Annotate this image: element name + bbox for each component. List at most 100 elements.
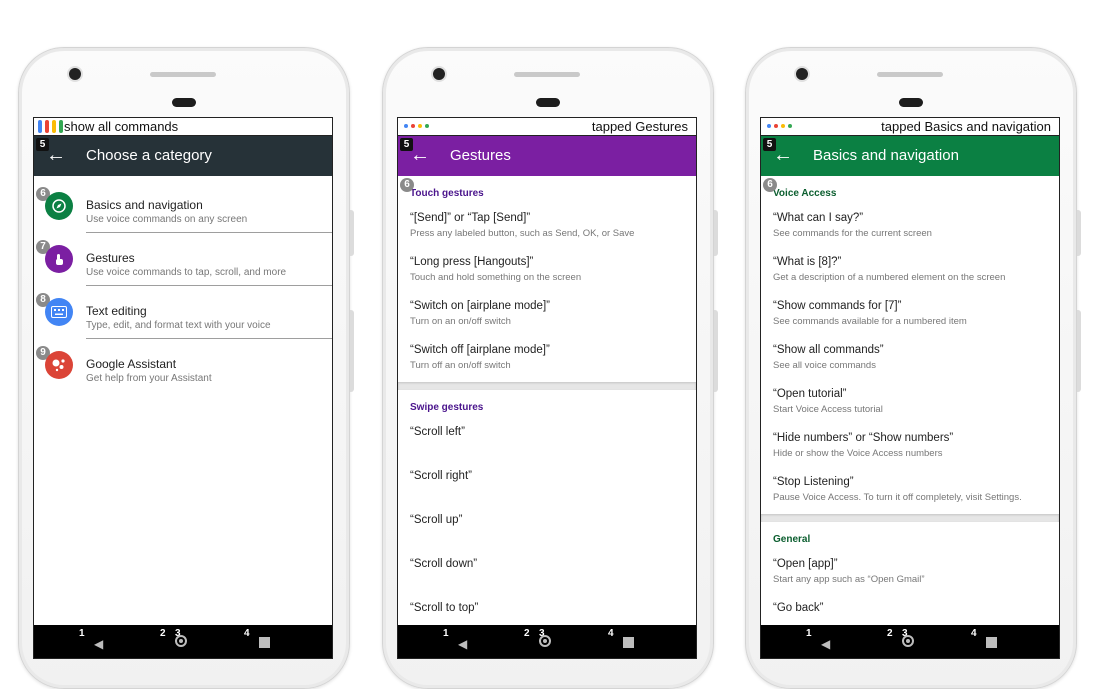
- front-camera: [796, 68, 808, 80]
- keyboard-icon: [45, 298, 73, 326]
- power-button[interactable]: [350, 310, 354, 392]
- back-icon[interactable]: ◀: [821, 637, 830, 651]
- section-label: Swipe gestures: [410, 402, 484, 413]
- section-divider: [398, 382, 696, 390]
- system-nav-bar: 1 2 3 4 ◀: [34, 625, 332, 658]
- command-list[interactable]: 6 Voice Access “What can I say?” See comm…: [761, 176, 1059, 636]
- power-button[interactable]: [1077, 310, 1081, 392]
- status-text: tapped Gestures: [591, 119, 688, 134]
- screen: tapped Basics and navigation 5 ← Basics …: [760, 117, 1060, 659]
- number-badge: 6: [400, 178, 414, 192]
- category-title: Gestures: [86, 251, 135, 265]
- command-title: “What is [8]?”: [773, 256, 842, 268]
- system-nav-bar: 1 2 3 4 ◀: [761, 625, 1059, 658]
- command-item: “Scroll down”: [398, 548, 696, 592]
- phone-3: tapped Basics and navigation 5 ← Basics …: [745, 47, 1081, 689]
- command-item: “Stop Listening” Pause Voice Access. To t…: [761, 466, 1059, 510]
- command-subtitle: See commands for the current screen: [773, 228, 932, 239]
- back-icon[interactable]: ◀: [94, 637, 103, 651]
- command-item: “Long press [Hangouts]” Touch and hold so…: [398, 246, 696, 290]
- category-subtitle: Get help from your Assistant: [86, 373, 212, 384]
- command-title: “Open [app]”: [773, 558, 838, 570]
- proximity-sensor: [536, 98, 560, 107]
- number-badge: 4: [244, 628, 250, 639]
- category-google-assistant[interactable]: 9 Google Assistant Get help from your As…: [34, 339, 332, 392]
- screen: tapped Gestures 5 ← Gestures 6 Touch ges…: [397, 117, 697, 659]
- command-title: “Switch on [airplane mode]”: [410, 300, 550, 312]
- earpiece-speaker: [150, 72, 216, 77]
- number-badge: 4: [608, 628, 614, 639]
- power-button[interactable]: [714, 310, 718, 392]
- home-icon[interactable]: [175, 635, 187, 647]
- command-subtitle: Turn off an on/off switch: [410, 360, 511, 371]
- assistant-icon: [45, 351, 73, 379]
- proximity-sensor: [172, 98, 196, 107]
- number-badge: 1: [443, 628, 449, 639]
- command-subtitle: Touch and hold something on the screen: [410, 272, 582, 283]
- command-item: “What is [8]?” Get a description of a num…: [761, 246, 1059, 290]
- front-camera: [433, 68, 445, 80]
- earpiece-speaker: [877, 72, 943, 77]
- system-nav-bar: 1 2 3 4 ◀: [398, 625, 696, 658]
- recent-apps-icon[interactable]: [259, 637, 270, 648]
- section-divider: [761, 514, 1059, 522]
- page-title: Choose a category: [86, 147, 212, 164]
- volume-button[interactable]: [350, 210, 354, 256]
- command-title: “Open tutorial”: [773, 388, 847, 400]
- proximity-sensor: [899, 98, 923, 107]
- command-item: “Switch off [airplane mode]” Turn off an …: [398, 334, 696, 378]
- voice-access-idle-icon: [767, 124, 792, 128]
- command-title: “Switch off [airplane mode]”: [410, 344, 550, 356]
- category-subtitle: Use voice commands on any screen: [86, 214, 248, 225]
- screen: show all commands 5 ← Choose a category …: [33, 117, 333, 659]
- category-title: Google Assistant: [86, 357, 177, 371]
- command-item: “Scroll left”: [398, 416, 696, 460]
- command-title: “Scroll right”: [410, 470, 472, 482]
- section-label: Touch gestures: [410, 188, 484, 199]
- section-voice-access: Voice Access “What can I say?” See comman…: [761, 176, 1059, 510]
- command-item: “Switch on [airplane mode]” Turn on an on…: [398, 290, 696, 334]
- command-title: “Scroll left”: [410, 426, 465, 438]
- section-label: General: [773, 534, 811, 545]
- command-title: “Show all commands”: [773, 344, 884, 356]
- number-badge: 2: [160, 628, 166, 639]
- command-item: “Open [app]” Start any app such as “Open …: [761, 548, 1059, 592]
- phone-1: show all commands 5 ← Choose a category …: [18, 47, 354, 689]
- command-title: “Stop Listening”: [773, 476, 854, 488]
- command-subtitle: See all voice commands: [773, 360, 876, 371]
- number-badge: 1: [806, 628, 812, 639]
- command-item: “[Send]” or “Tap [Send]” Press any labele…: [398, 202, 696, 246]
- voice-access-idle-icon: [404, 124, 429, 128]
- command-subtitle: Hide or show the Voice Access numbers: [773, 448, 943, 459]
- touch-icon: [45, 245, 73, 273]
- front-camera: [69, 68, 81, 80]
- command-title: “Hide numbers” or “Show numbers”: [773, 432, 954, 444]
- volume-button[interactable]: [1077, 210, 1081, 256]
- command-item: “Show commands for [7]” See commands avai…: [761, 290, 1059, 334]
- home-icon[interactable]: [902, 635, 914, 647]
- command-item: “Hide numbers” or “Show numbers” Hide or …: [761, 422, 1059, 466]
- recent-apps-icon[interactable]: [986, 637, 997, 648]
- category-text-editing[interactable]: 8 Text editing Type, edit, and format te…: [34, 286, 332, 339]
- volume-button[interactable]: [714, 210, 718, 256]
- home-icon[interactable]: [539, 635, 551, 647]
- back-icon[interactable]: ◀: [458, 637, 467, 651]
- number-badge: 4: [971, 628, 977, 639]
- command-list[interactable]: 6 Touch gestures “[Send]” or “Tap [Send]…: [398, 176, 696, 636]
- back-arrow-icon[interactable]: ←: [46, 144, 66, 166]
- command-subtitle: Pause Voice Access. To turn it off compl…: [773, 492, 1022, 503]
- command-item: “Scroll up”: [398, 504, 696, 548]
- page-title: Basics and navigation: [813, 147, 959, 164]
- command-title: “Go back”: [773, 602, 824, 614]
- section-swipe-gestures: Swipe gestures “Scroll left” “Scroll rig…: [398, 390, 696, 636]
- back-arrow-icon[interactable]: ←: [410, 144, 430, 166]
- status-bar: tapped Gestures: [398, 118, 696, 136]
- category-basics-navigation[interactable]: 6 Basics and navigation Use voice comman…: [34, 180, 332, 233]
- command-title: “What can I say?”: [773, 212, 864, 224]
- category-title: Basics and navigation: [86, 198, 203, 212]
- command-subtitle: Press any labeled button, such as Send, …: [410, 228, 635, 239]
- back-arrow-icon[interactable]: ←: [773, 144, 793, 166]
- command-item: “Show all commands” See all voice command…: [761, 334, 1059, 378]
- recent-apps-icon[interactable]: [623, 637, 634, 648]
- category-gestures[interactable]: 7 Gestures Use voice commands to tap, sc…: [34, 233, 332, 286]
